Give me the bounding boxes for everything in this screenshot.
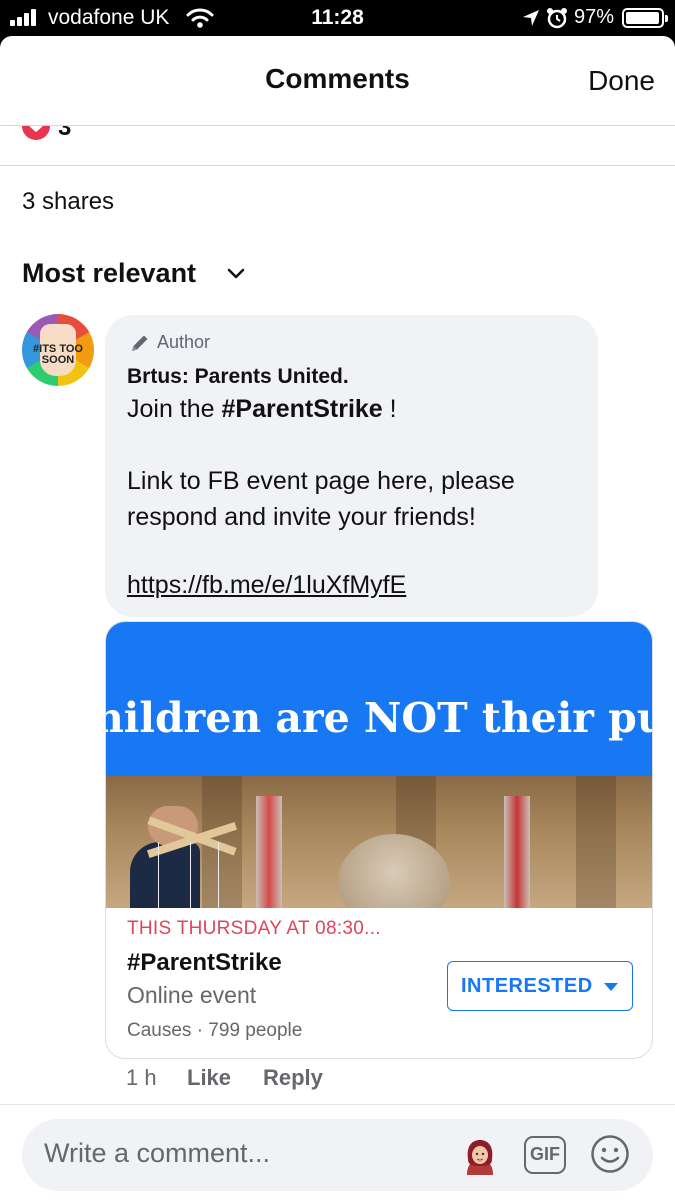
event-title[interactable]: #ParentStrike: [127, 949, 282, 977]
alarm-icon: [547, 8, 567, 29]
banner-text: hildren are NOT their pup: [106, 694, 653, 742]
page-title: Comments: [265, 63, 410, 94]
hashtag-link[interactable]: #ParentStrike: [222, 395, 383, 423]
reaction-count: 3: [58, 126, 72, 141]
avatar-sticker-icon[interactable]: [463, 1139, 497, 1177]
status-bar: vodafone UK 11:28 97%: [0, 0, 675, 36]
comments-sheet: Comments Done 3 3 shares Most relevant #…: [0, 36, 675, 1200]
pencil-icon: [132, 335, 148, 351]
caret-down-icon: [604, 983, 618, 991]
emoji-icon[interactable]: [590, 1134, 630, 1174]
event-meta: Causes · 799 people: [127, 1020, 303, 1041]
avatar[interactable]: #ITS TOO SOON: [22, 314, 94, 386]
event-type: Online event: [127, 982, 257, 1008]
heart-icon: [22, 126, 50, 140]
gif-icon[interactable]: GIF: [524, 1136, 566, 1174]
comment-author[interactable]: Brtus: Parents United.: [127, 365, 349, 389]
comment-text: !: [382, 395, 397, 423]
avatar-text: #ITS TOO SOON: [33, 343, 83, 366]
location-icon: [523, 10, 539, 26]
interested-button[interactable]: INTERESTED: [447, 961, 633, 1011]
comment-bubble[interactable]: Author Brtus: Parents United. Join the #…: [105, 315, 598, 617]
event-banner: hildren are NOT their pup: [106, 622, 653, 776]
done-button[interactable]: Done: [588, 65, 655, 97]
event-link[interactable]: https://fb.me/e/1luXfMyfE: [127, 571, 406, 600]
event-card[interactable]: hildren are NOT their pup THIS THURSDAY …: [105, 621, 653, 1059]
reactions-summary[interactable]: 3: [0, 126, 675, 166]
reply-button[interactable]: Reply: [263, 1065, 323, 1091]
like-button[interactable]: Like: [187, 1065, 231, 1091]
comment-composer[interactable]: GIF: [22, 1119, 653, 1191]
chevron-down-icon[interactable]: [226, 265, 246, 283]
event-date: THIS THURSDAY AT 08:30...: [127, 918, 381, 939]
composer-bar: GIF: [0, 1104, 675, 1200]
sheet-header: Comments Done: [0, 36, 675, 126]
comment-time: 1 h: [126, 1065, 157, 1090]
sort-dropdown[interactable]: Most relevant: [22, 258, 196, 289]
battery-percent: 97%: [574, 6, 615, 28]
comment-input[interactable]: [44, 1138, 424, 1169]
comment-text: Join the: [127, 395, 222, 423]
event-photo: [106, 776, 652, 908]
interested-label: INTERESTED: [461, 975, 593, 997]
author-badge: Author: [157, 332, 211, 352]
comment-line-3: respond and invite your friends!: [127, 503, 476, 531]
comment-line-1: Join the #ParentStrike !: [127, 395, 397, 424]
battery-icon: [622, 8, 668, 28]
comment-line-2: Link to FB event page here, please: [127, 467, 515, 495]
shares-count[interactable]: 3 shares: [22, 188, 114, 216]
